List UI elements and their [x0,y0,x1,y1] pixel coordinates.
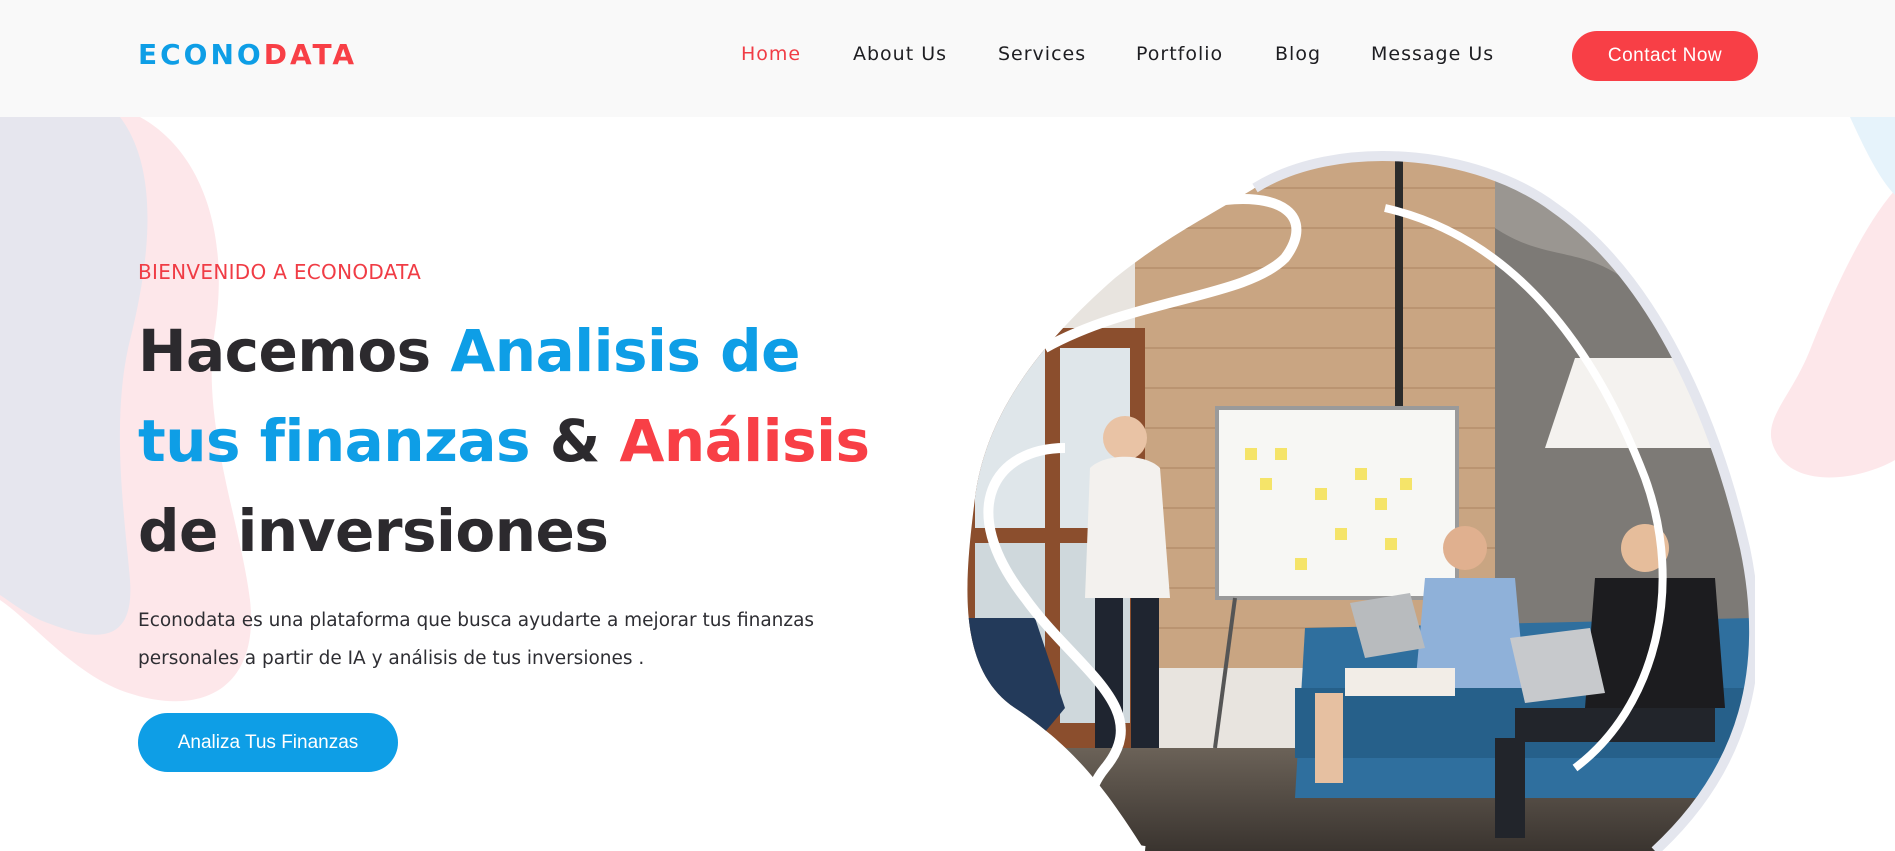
brand-logo[interactable]: ECONODATA [138,38,357,71]
hero-description: Econodata es una plataforma que busca ay… [138,602,878,678]
nav-portfolio[interactable]: Portfolio [1136,43,1223,65]
nav-services[interactable]: Services [998,43,1086,65]
headline-part-2: Analisis de [450,317,800,385]
blue-blob-right [1850,117,1895,195]
headline-part-3: tus finanzas [138,407,531,475]
brand-logo-part1: ECONO [138,38,264,71]
nav-message-us[interactable]: Message Us [1371,43,1494,65]
hero-description-line-1: Econodata es una plataforma que busca ay… [138,610,815,631]
headline-part-4: & [530,407,620,475]
nav-home[interactable]: Home [741,43,801,65]
headline-part-1: Hacemos [138,317,451,385]
contact-now-button[interactable]: Contact Now [1572,31,1758,81]
nav-blog[interactable]: Blog [1275,43,1321,65]
hero-headline: Hacemos Analisis de tus finanzas & Análi… [138,306,898,576]
hero-eyebrow: BIENVENIDO A ECONODATA [138,260,422,284]
hero-team-photo [967,151,1755,851]
site-header: ECONODATA Home About Us Services Portfol… [0,0,1895,117]
headline-part-5: Análisis [619,407,870,475]
analyze-finances-button[interactable]: Analiza Tus Finanzas [138,713,398,772]
pink-blob-right [1770,190,1895,478]
brand-logo-part2: DATA [263,38,358,71]
nav-about-us[interactable]: About Us [853,43,947,65]
headline-part-6: de inversiones [138,497,609,565]
hero-description-line-2: personales a partir de IA y análisis de … [138,648,645,669]
